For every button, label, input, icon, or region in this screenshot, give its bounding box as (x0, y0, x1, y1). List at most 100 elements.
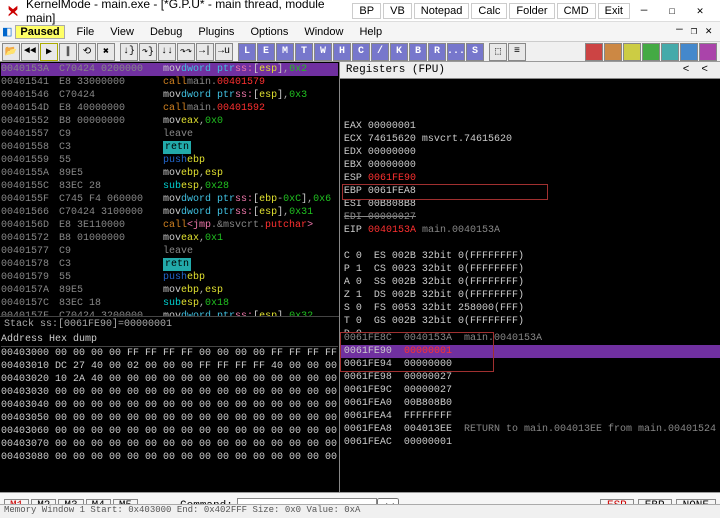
disasm-row[interactable]: 0040156D E8 3E110000 call <jmp.&msvcrt.p… (1, 219, 338, 232)
restart-icon[interactable]: ⟲ (78, 43, 96, 61)
menu-options[interactable]: Options (242, 24, 296, 40)
hex-row[interactable]: 00403000 00 00 00 00 FF FF FF FF 00 00 0… (1, 347, 338, 360)
disasm-row[interactable]: 00401558 C3 retn (1, 141, 338, 154)
trace-into-icon[interactable]: ↓↓ (158, 43, 176, 61)
step-into-icon[interactable]: ↓} (120, 43, 138, 61)
disasm-row[interactable]: 0040155A 89E5 mov ebp,esp (1, 167, 338, 180)
menu-window[interactable]: Window (296, 24, 351, 40)
stack-row[interactable]: 0061FEAC 00000001 (340, 436, 720, 449)
menu-view[interactable]: View (102, 24, 142, 40)
disasm-row[interactable]: 00401578 C3 retn (1, 258, 338, 271)
notepad-button[interactable]: Notepad (414, 3, 470, 19)
menu-debug[interactable]: Debug (142, 24, 190, 40)
trace-over-icon[interactable]: ↷↷ (177, 43, 195, 61)
disasm-row[interactable]: 00401557 C9 leave (1, 128, 338, 141)
stack-row[interactable]: 0061FEA4 FFFFFFFF (340, 410, 720, 423)
run-user-icon[interactable]: →u (215, 43, 233, 61)
step-over-icon[interactable]: ↷} (139, 43, 157, 61)
disasm-row[interactable]: 0040157A 89E5 mov ebp,esp (1, 284, 338, 297)
reg-line: EIP 0040153A main.0040153A (344, 224, 716, 237)
stack-row[interactable]: 0061FE8C 0040153A main.0040153A (340, 332, 720, 345)
hex-row[interactable]: 00403060 00 00 00 00 00 00 00 00 00 00 0… (1, 425, 338, 438)
tb-misc-2[interactable]: ≡ (508, 43, 526, 61)
regs-prev-icon[interactable]: < (677, 64, 696, 76)
tb-M[interactable]: M (276, 43, 294, 61)
hex-row[interactable]: 00403010 DC 27 40 00 02 00 00 00 FF FF F… (1, 360, 338, 373)
minimize-icon[interactable]: — (630, 0, 658, 22)
status-bar: Memory Window 1 Start: 0x403000 End: 0x4… (0, 504, 720, 518)
maximize-icon[interactable]: ☐ (658, 0, 686, 22)
disasm-row[interactable]: 00401559 55 push ebp (1, 154, 338, 167)
reg-line: EBP 0061FEA8 (344, 185, 716, 198)
disasm-row[interactable]: 0040153A C70424 0200000 mov dword ptr ss… (1, 63, 338, 76)
color-orange-icon[interactable] (604, 43, 622, 61)
tb-K[interactable]: K (390, 43, 408, 61)
disasm-row[interactable]: 00401572 B8 01000000 mov eax,0x1 (1, 232, 338, 245)
rewind-icon[interactable]: ◄◄ (21, 43, 39, 61)
tb-slash[interactable]: / (371, 43, 389, 61)
menu-help[interactable]: Help (351, 24, 390, 40)
disasm-row[interactable]: 0040154D E8 40000000 call main.00401592 (1, 102, 338, 115)
hex-row[interactable]: 00403080 00 00 00 00 00 00 00 00 00 00 0… (1, 451, 338, 464)
stack-row[interactable]: 0061FE94 00000000 (340, 358, 720, 371)
color-blue-icon[interactable] (680, 43, 698, 61)
bp-button[interactable]: BP (352, 3, 381, 19)
cmd-button[interactable]: CMD (557, 3, 596, 19)
mdi-close-icon[interactable]: ✕ (701, 24, 716, 38)
disasm-row[interactable]: 00401566 C70424 3100000 mov dword ptr ss… (1, 206, 338, 219)
stack-row[interactable]: 0061FE9C 00000027 (340, 384, 720, 397)
disasm-row[interactable]: 00401546 C70424 mov dword ptr ss:[esp],0… (1, 89, 338, 102)
vb-button[interactable]: VB (383, 3, 412, 19)
tb-R[interactable]: R (428, 43, 446, 61)
color-cyan-icon[interactable] (661, 43, 679, 61)
color-green-icon[interactable] (642, 43, 660, 61)
hex-row[interactable]: 00403040 00 00 00 00 00 00 00 00 00 00 0… (1, 399, 338, 412)
color-yellow-icon[interactable] (623, 43, 641, 61)
tb-E[interactable]: E (257, 43, 275, 61)
hex-row[interactable]: 00403050 00 00 00 00 00 00 00 00 00 00 0… (1, 412, 338, 425)
run-ret-icon[interactable]: →| (196, 43, 214, 61)
disasm-row[interactable]: 00401577 C9 leave (1, 245, 338, 258)
stack-panel[interactable]: 0061FE8C 0040153A main.0040153A0061FE90 … (340, 332, 720, 492)
disasm-row[interactable]: 0040155C 83EC 28 sub esp,0x28 (1, 180, 338, 193)
pause-icon[interactable]: ∥ (59, 43, 77, 61)
registers-panel[interactable]: EAX 00000001ECX 74615620 msvcrt.74615620… (340, 79, 720, 332)
tb-misc-1[interactable]: ⬚ (489, 43, 507, 61)
stack-row[interactable]: 0061FE98 00000027 (340, 371, 720, 384)
hexdump-panel[interactable]: Address Hex dump 00403000 00 00 00 00 FF… (0, 332, 339, 492)
color-red-icon[interactable] (585, 43, 603, 61)
mdi-restore-icon[interactable]: ❐ (687, 24, 702, 38)
stack-row[interactable]: 0061FEA0 00B808B0 (340, 397, 720, 410)
disasm-row[interactable]: 0040157C 83EC 18 sub esp,0x18 (1, 297, 338, 310)
disasm-row[interactable]: 00401541 E8 33000000 call main.00401579 (1, 76, 338, 89)
tb-S[interactable]: S (466, 43, 484, 61)
tb-C[interactable]: C (352, 43, 370, 61)
hex-row[interactable]: 00403070 00 00 00 00 00 00 00 00 00 00 0… (1, 438, 338, 451)
tb-T[interactable]: T (295, 43, 313, 61)
hex-row[interactable]: 00403030 00 00 00 00 00 00 00 00 00 00 0… (1, 386, 338, 399)
mdi-min-icon[interactable]: — (672, 24, 687, 38)
tb-H[interactable]: H (333, 43, 351, 61)
tb-L[interactable]: L (238, 43, 256, 61)
stop-icon[interactable]: ✖ (97, 43, 115, 61)
play-icon[interactable]: ▶ (40, 43, 58, 61)
stack-row[interactable]: 0061FE90 00000001 (340, 345, 720, 358)
disasm-row[interactable]: 00401552 B8 00000000 mov eax,0x0 (1, 115, 338, 128)
folder-button[interactable]: Folder (509, 3, 554, 19)
tb-B[interactable]: B (409, 43, 427, 61)
stack-row[interactable]: 0061FEA8 004013EE RETURN to main.004013E… (340, 423, 720, 436)
exit-button[interactable]: Exit (598, 3, 630, 19)
disasm-row[interactable]: 00401579 55 push ebp (1, 271, 338, 284)
tb-dots[interactable]: ... (447, 43, 465, 61)
disassembly-panel[interactable]: 0040153A C70424 0200000 mov dword ptr ss… (0, 62, 339, 316)
menu-plugins[interactable]: Plugins (190, 24, 242, 40)
disasm-row[interactable]: 0040155F C745 F4 060000 mov dword ptr ss… (1, 193, 338, 206)
color-magenta-icon[interactable] (699, 43, 717, 61)
regs-next-icon[interactable]: < (695, 64, 714, 76)
tb-W[interactable]: W (314, 43, 332, 61)
open-icon[interactable]: 📂 (2, 43, 20, 61)
calc-button[interactable]: Calc (471, 3, 507, 19)
hex-row[interactable]: 00403020 10 2A 40 00 00 00 00 00 00 00 0… (1, 373, 338, 386)
close-icon[interactable]: ✕ (686, 0, 714, 22)
menu-file[interactable]: File (69, 24, 103, 40)
